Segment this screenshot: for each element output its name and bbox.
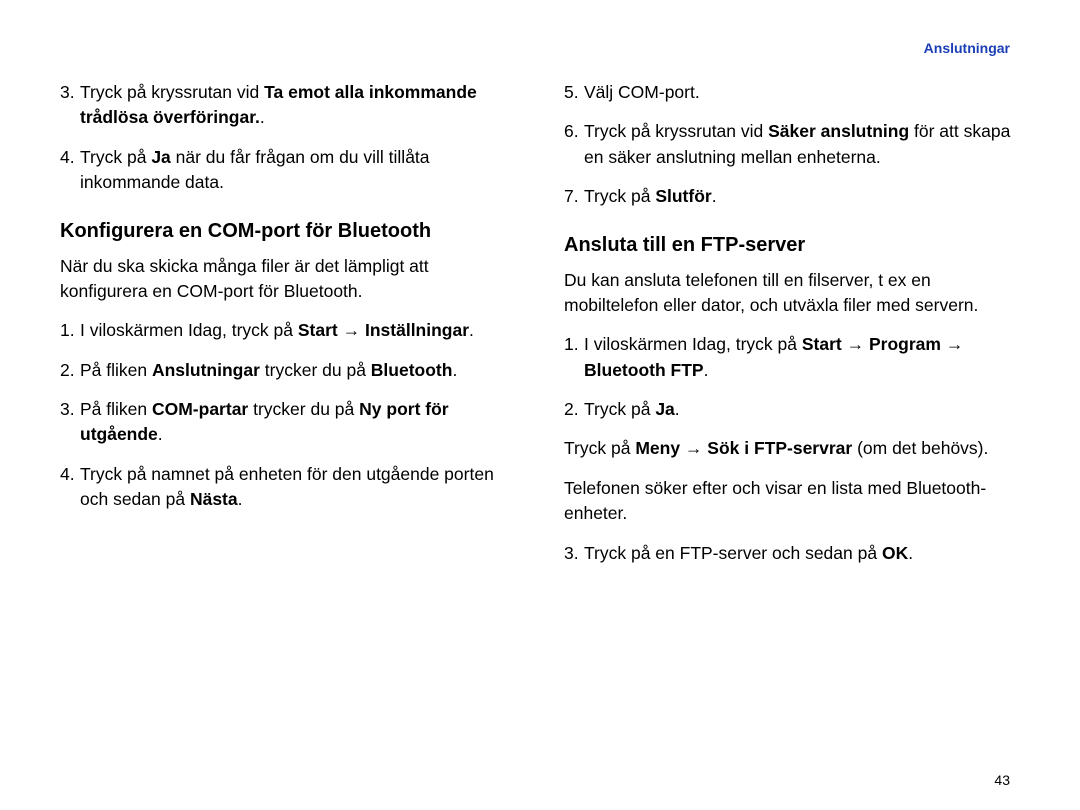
page-header: Anslutningar <box>60 40 1020 56</box>
item-number: 1. <box>564 332 584 383</box>
list-item: 4. Tryck på namnet på enheten för den ut… <box>60 462 516 513</box>
item-number: 3. <box>60 397 80 448</box>
item-text: Välj COM-port. <box>584 80 1020 105</box>
right-column: 5. Välj COM-port. 6. Tryck på kryssrutan… <box>564 80 1020 580</box>
list-item: 3. Tryck på en FTP-server och sedan på O… <box>564 541 1020 566</box>
item-number: 3. <box>60 80 80 131</box>
list-item: 4. Tryck på Ja när du får frågan om du v… <box>60 145 516 196</box>
item-text: I viloskärmen Idag, tryck på Start → Pro… <box>584 332 1020 383</box>
item-number: 3. <box>564 541 584 566</box>
list-item: 7. Tryck på Slutför. <box>564 184 1020 209</box>
content-columns: 3. Tryck på kryssrutan vid Ta emot alla … <box>60 80 1020 580</box>
item-text: På fliken Anslutningar trycker du på Blu… <box>80 358 516 383</box>
item-number: 4. <box>60 145 80 196</box>
item-text: På fliken COM-partar trycker du på Ny po… <box>80 397 516 448</box>
heading-com-port: Konfigurera en COM-port för Bluetooth <box>60 218 516 244</box>
list-item: 2. Tryck på Ja. <box>564 397 1020 422</box>
item-text: Tryck på kryssrutan vid Säker anslutning… <box>584 119 1020 170</box>
item-text: Tryck på namnet på enheten för den utgåe… <box>80 462 516 513</box>
item-number: 6. <box>564 119 584 170</box>
list-item: 2. På fliken Anslutningar trycker du på … <box>60 358 516 383</box>
paragraph: När du ska skicka många filer är det läm… <box>60 254 516 305</box>
list-item: 5. Välj COM-port. <box>564 80 1020 105</box>
item-number: 5. <box>564 80 584 105</box>
list-item: 3. Tryck på kryssrutan vid Ta emot alla … <box>60 80 516 131</box>
left-column: 3. Tryck på kryssrutan vid Ta emot alla … <box>60 80 516 580</box>
item-text: Tryck på kryssrutan vid Ta emot alla ink… <box>80 80 516 131</box>
paragraph: Du kan ansluta telefonen till en filserv… <box>564 268 1020 319</box>
sub-paragraph: Tryck på Meny → Sök i FTP-servrar (om de… <box>564 436 1020 461</box>
item-text: Tryck på Ja när du får frågan om du vill… <box>80 145 516 196</box>
sub-paragraph: Telefonen söker efter och visar en lista… <box>564 476 1020 527</box>
section-title: Anslutningar <box>924 40 1010 56</box>
item-text: Tryck på en FTP-server och sedan på OK. <box>584 541 1020 566</box>
list-item: 3. På fliken COM-partar trycker du på Ny… <box>60 397 516 448</box>
page-number: 43 <box>994 772 1010 788</box>
item-number: 4. <box>60 462 80 513</box>
list-item: 1. I viloskärmen Idag, tryck på Start → … <box>60 318 516 343</box>
item-number: 7. <box>564 184 584 209</box>
heading-ftp: Ansluta till en FTP-server <box>564 232 1020 258</box>
item-text: I viloskärmen Idag, tryck på Start → Ins… <box>80 318 516 343</box>
item-text: Tryck på Ja. <box>584 397 1020 422</box>
item-number: 2. <box>60 358 80 383</box>
item-text: Tryck på Slutför. <box>584 184 1020 209</box>
item-number: 2. <box>564 397 584 422</box>
list-item: 6. Tryck på kryssrutan vid Säker anslutn… <box>564 119 1020 170</box>
item-number: 1. <box>60 318 80 343</box>
list-item: 1. I viloskärmen Idag, tryck på Start → … <box>564 332 1020 383</box>
